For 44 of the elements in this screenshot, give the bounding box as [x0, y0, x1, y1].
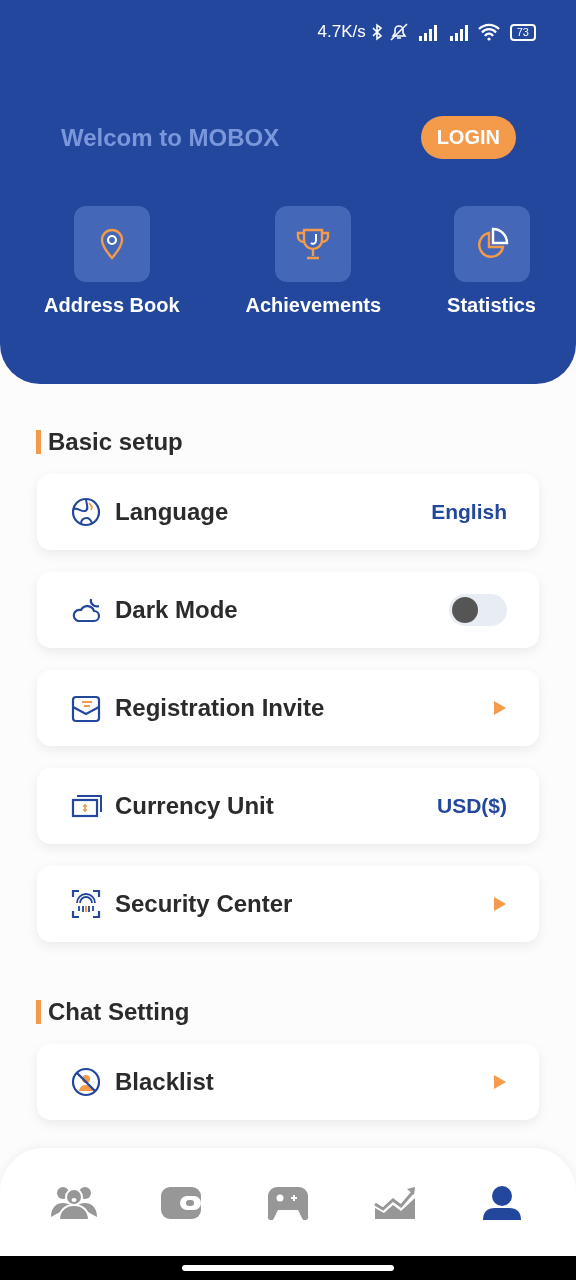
section-title: Chat Setting — [36, 1000, 539, 1024]
toggle-switch[interactable] — [449, 594, 507, 626]
row-label: Security Center — [115, 890, 294, 918]
section-title: Basic setup — [36, 430, 539, 454]
settings-row[interactable]: Dark Mode — [37, 572, 539, 648]
envelope-icon — [71, 693, 101, 723]
chevron-icon — [493, 896, 507, 912]
row-label: Registration Invite — [115, 694, 326, 722]
globe-icon — [71, 497, 101, 527]
icon-tile[interactable] — [275, 206, 352, 282]
shortcut-label: Achievements — [245, 294, 382, 317]
battery-indicator: 73 — [509, 23, 536, 41]
row-label: Dark Mode — [115, 596, 239, 624]
row-value: English — [431, 500, 507, 524]
trophy-icon — [295, 228, 332, 260]
welcome-text: Welcom to MOBOX — [61, 123, 280, 152]
gamepad-icon[interactable] — [266, 1186, 309, 1220]
icon-tile[interactable] — [453, 206, 530, 282]
cloud-moon-icon — [71, 596, 101, 624]
row-label: Currency Unit — [115, 792, 275, 820]
wifi-icon — [476, 23, 501, 41]
group-icon[interactable] — [49, 1185, 98, 1221]
settings-row[interactable]: Currency Unit USD($) — [37, 768, 539, 844]
chevron-icon — [493, 1074, 507, 1090]
row-label: Language — [115, 498, 230, 526]
shortcut-label: Address Book — [44, 294, 180, 317]
bluetooth-icon — [370, 23, 383, 41]
user-icon[interactable] — [482, 1186, 523, 1220]
banknote-icon — [71, 794, 103, 818]
row-value: USD($) — [437, 794, 507, 818]
icon-tile[interactable] — [73, 206, 150, 282]
network-speed: 4.7K/s — [317, 22, 366, 42]
fingerprint-icon — [71, 889, 101, 919]
shortcut-label: Statistics — [447, 294, 536, 317]
blocked-user-icon — [71, 1067, 101, 1097]
settings-row[interactable]: Language English — [37, 474, 539, 550]
chevron-icon — [493, 700, 507, 716]
settings-row[interactable]: Blacklist — [37, 1044, 539, 1120]
wallet-icon[interactable] — [159, 1186, 202, 1220]
settings-row[interactable]: Registration Invite — [37, 670, 539, 746]
location-pin-icon — [98, 228, 125, 260]
row-label: Blacklist — [115, 1068, 215, 1096]
trend-chart-icon[interactable] — [374, 1186, 417, 1220]
settings-row[interactable]: Security Center — [37, 866, 539, 942]
